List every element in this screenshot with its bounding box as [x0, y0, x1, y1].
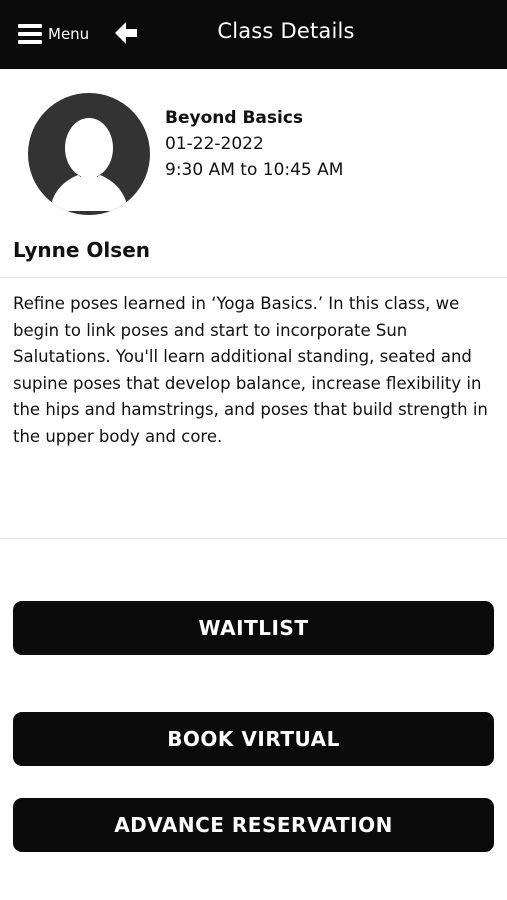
- class-name: Beyond Basics: [165, 108, 304, 128]
- instructor-name: Lynne Olsen: [13, 238, 150, 262]
- app-header: Menu Class Details: [0, 0, 507, 69]
- class-info: Beyond Basics 01-22-2022 9:30 AM to 10:4…: [165, 105, 343, 183]
- class-description: Refine poses learned in ‘Yoga Basics.’ I…: [13, 294, 488, 446]
- waitlist-button[interactable]: WAITLIST: [13, 601, 494, 655]
- divider: [0, 277, 507, 278]
- class-date: 01-22-2022: [165, 134, 264, 154]
- page-title: Class Details: [217, 19, 355, 43]
- user-silhouette-icon: [50, 118, 128, 211]
- class-time: 9:30 AM to 10:45 AM: [165, 160, 344, 180]
- divider: [0, 538, 507, 539]
- instructor-avatar: [28, 93, 150, 215]
- book-virtual-button[interactable]: BOOK VIRTUAL: [13, 712, 494, 766]
- advance-reservation-button[interactable]: ADVANCE RESERVATION: [13, 798, 494, 852]
